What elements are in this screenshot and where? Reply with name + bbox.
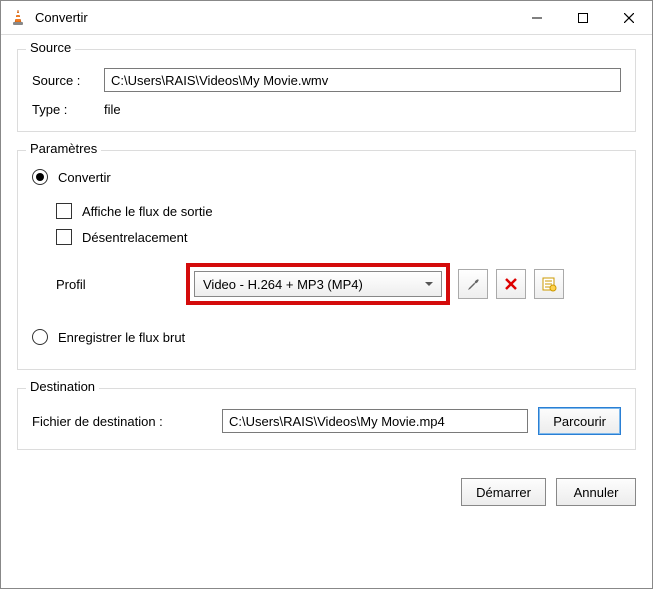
convert-radio[interactable] — [32, 169, 48, 185]
dest-file-input[interactable] — [222, 409, 528, 433]
type-label: Type : — [32, 102, 104, 117]
show-output-checkbox[interactable] — [56, 203, 72, 219]
dump-raw-label: Enregistrer le flux brut — [58, 330, 185, 345]
new-profile-button[interactable] — [534, 269, 564, 299]
delete-icon — [504, 277, 518, 291]
browse-button[interactable]: Parcourir — [538, 407, 621, 435]
dialog-footer: Démarrer Annuler — [1, 478, 652, 516]
source-group-title: Source — [26, 40, 75, 55]
source-label: Source : — [32, 73, 104, 88]
convert-radio-label: Convertir — [58, 170, 111, 185]
window-buttons — [514, 1, 652, 34]
close-button[interactable] — [606, 1, 652, 34]
profile-select[interactable]: Video - H.264 + MP3 (MP4) — [194, 271, 442, 297]
vlc-app-icon — [9, 9, 27, 27]
wrench-icon — [465, 276, 481, 292]
new-profile-icon — [541, 276, 557, 292]
destination-group: Destination Fichier de destination : Par… — [17, 388, 636, 450]
deinterlace-checkbox[interactable] — [56, 229, 72, 245]
source-group: Source Source : Type : file — [17, 49, 636, 132]
chevron-down-icon — [425, 282, 433, 286]
destination-group-title: Destination — [26, 379, 99, 394]
dump-raw-radio[interactable] — [32, 329, 48, 345]
maximize-button[interactable] — [560, 1, 606, 34]
start-button[interactable]: Démarrer — [461, 478, 546, 506]
dialog-content: Source Source : Type : file Paramètres C… — [1, 35, 652, 478]
source-input[interactable] — [104, 68, 621, 92]
titlebar: Convertir — [1, 1, 652, 35]
dest-file-label: Fichier de destination : — [32, 414, 222, 429]
minimize-button[interactable] — [514, 1, 560, 34]
show-output-check-row[interactable]: Affiche le flux de sortie — [56, 203, 621, 219]
window-title: Convertir — [35, 10, 88, 25]
profile-value: Video - H.264 + MP3 (MP4) — [203, 277, 363, 292]
params-group-title: Paramètres — [26, 141, 101, 156]
profile-row: Profil Video - H.264 + MP3 (MP4) — [56, 263, 621, 305]
type-value: file — [104, 102, 121, 117]
edit-profile-button[interactable] — [458, 269, 488, 299]
profile-select-highlight: Video - H.264 + MP3 (MP4) — [186, 263, 450, 305]
dump-raw-radio-row[interactable]: Enregistrer le flux brut — [32, 329, 621, 345]
show-output-label: Affiche le flux de sortie — [82, 204, 213, 219]
profile-label: Profil — [56, 277, 186, 292]
cancel-button[interactable]: Annuler — [556, 478, 636, 506]
deinterlace-label: Désentrelacement — [82, 230, 188, 245]
convert-radio-row[interactable]: Convertir — [32, 169, 621, 185]
params-group: Paramètres Convertir Affiche le flux de … — [17, 150, 636, 370]
deinterlace-check-row[interactable]: Désentrelacement — [56, 229, 621, 245]
delete-profile-button[interactable] — [496, 269, 526, 299]
